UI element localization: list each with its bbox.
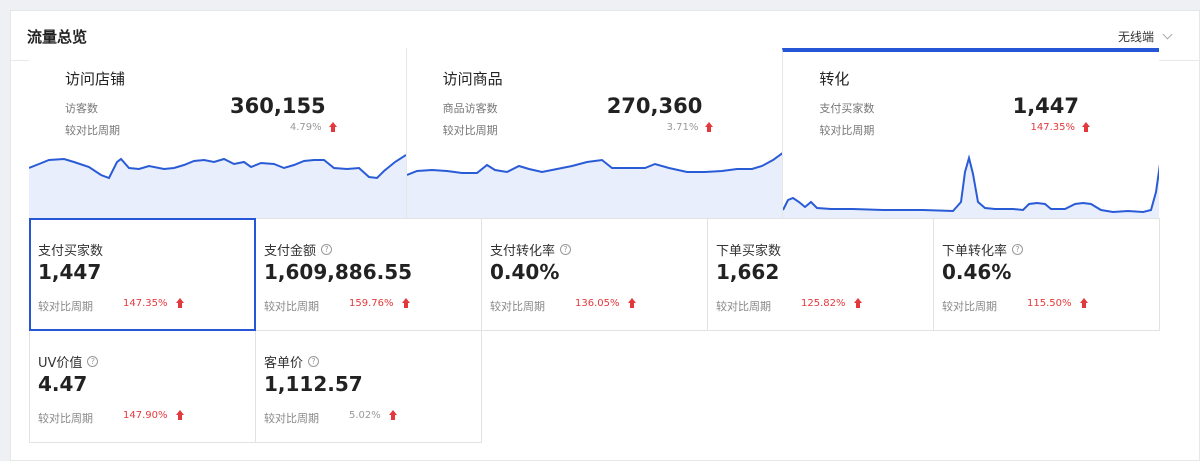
arrow-up-icon — [627, 298, 637, 309]
compare-label: 较对比周期 — [38, 412, 93, 425]
metric-card-uv-value[interactable]: UV价值? 4.47 较对比周期 147.90% — [29, 330, 256, 443]
change-percent: 159.76% — [349, 298, 394, 309]
sparkline-area — [29, 155, 406, 218]
metric-name: 支付转化率? — [490, 240, 572, 259]
funnel-card-conversion[interactable]: 转化 支付买家数 较对比周期 1,447 147.35% — [782, 48, 1160, 218]
change-indicator: 4.79% — [290, 122, 338, 133]
panel-title: 流量总览 — [27, 28, 88, 46]
change-percent: 147.35% — [1030, 122, 1076, 133]
metric-card-pay-buyers[interactable]: 支付买家数 1,447 较对比周期 147.35% — [29, 218, 256, 331]
trend-sparkline — [406, 152, 783, 218]
question-circle-icon[interactable]: ? — [321, 244, 333, 255]
funnel-card-title: 访问商品 — [442, 70, 503, 88]
metric-value: 1,662 — [716, 260, 780, 284]
arrow-up-icon — [1081, 122, 1091, 133]
chevron-down-icon — [1162, 29, 1173, 40]
compare-label: 较对比周期 — [264, 300, 319, 313]
metric-name-text: 支付金额 — [264, 244, 317, 259]
question-circle-icon[interactable]: ? — [560, 244, 572, 255]
metric-label: 商品访客数 — [442, 102, 498, 115]
change-percent: 4.79% — [289, 122, 322, 133]
metric-value: 360,155 — [230, 94, 326, 118]
trend-sparkline — [783, 154, 1160, 218]
metric-card-order-buyers[interactable]: 下单买家数 1,662 较对比周期 125.82% — [707, 218, 934, 331]
compare-label: 较对比周期 — [490, 300, 545, 313]
arrow-up-icon — [1079, 298, 1089, 309]
metric-name: 支付金额? — [264, 240, 333, 259]
metric-card-order-conversion[interactable]: 下单转化率? 0.46% 较对比周期 115.50% — [933, 218, 1160, 331]
change-percent: 3.71% — [666, 122, 699, 133]
metric-name: 支付买家数 — [38, 240, 103, 259]
change-indicator: 136.05% — [575, 298, 637, 309]
metric-card-pay-amount[interactable]: 支付金额? 1,609,886.55 较对比周期 159.76% — [255, 218, 482, 331]
arrow-up-icon — [388, 410, 398, 421]
change-indicator: 147.35% — [1031, 122, 1092, 133]
change-indicator: 147.35% — [123, 298, 185, 309]
funnel-card-title: 转化 — [819, 70, 850, 88]
question-circle-icon[interactable]: ? — [87, 356, 99, 367]
metric-card-avg-order-value[interactable]: 客单价? 1,112.57 较对比周期 5.02% — [255, 330, 482, 443]
metric-value: 270,360 — [606, 94, 703, 118]
question-circle-icon[interactable]: ? — [1012, 244, 1024, 255]
change-indicator: 3.71% — [667, 122, 715, 133]
metric-name-text: UV价值 — [38, 356, 83, 371]
funnel-card-product-visit[interactable]: 访问商品 商品访客数 较对比周期 270,360 3.71% — [405, 48, 783, 218]
change-indicator: 115.50% — [1027, 298, 1089, 309]
device-selector[interactable]: 无线端 — [1117, 28, 1173, 45]
funnel-card-title: 访问店铺 — [65, 70, 126, 88]
compare-label: 较对比周期 — [65, 124, 120, 137]
question-circle-icon[interactable]: ? — [308, 356, 320, 367]
arrow-up-icon — [175, 298, 185, 309]
arrow-up-icon — [328, 122, 338, 133]
arrow-up-icon — [853, 298, 863, 309]
compare-label: 较对比周期 — [819, 124, 875, 137]
metric-value: 0.46% — [942, 260, 1012, 284]
change-percent: 5.02% — [349, 410, 381, 421]
change-percent: 147.35% — [123, 298, 168, 309]
change-indicator: 5.02% — [349, 410, 398, 421]
arrow-up-icon — [401, 298, 411, 309]
change-percent: 125.82% — [801, 298, 846, 309]
metric-name: 客单价? — [264, 352, 320, 371]
metric-name-text: 客单价 — [264, 356, 304, 371]
funnel-cards: 访问店铺 访客数 较对比周期 360,155 4.79% 访问商品 商品访客数 … — [29, 48, 1160, 218]
compare-label: 较对比周期 — [716, 300, 771, 313]
metric-name-text: 支付转化率 — [490, 244, 556, 259]
change-percent: 115.50% — [1027, 298, 1072, 309]
arrow-up-icon — [175, 410, 185, 421]
metric-value: 4.47 — [38, 372, 88, 396]
compare-label: 较对比周期 — [942, 300, 997, 313]
metric-name: UV价值? — [38, 352, 99, 371]
metric-name: 下单买家数 — [716, 240, 781, 259]
trend-sparkline — [29, 154, 406, 218]
change-indicator: 159.76% — [349, 298, 411, 309]
compare-label: 较对比周期 — [264, 412, 319, 425]
device-selector-label: 无线端 — [1117, 30, 1154, 44]
metric-value: 1,447 — [1012, 94, 1080, 118]
metric-name: 下单转化率? — [942, 240, 1024, 259]
metric-value: 1,112.57 — [264, 372, 363, 396]
compare-label: 较对比周期 — [38, 300, 93, 313]
metric-name-text: 下单买家数 — [716, 244, 782, 259]
compare-label: 较对比周期 — [442, 124, 498, 137]
metric-value: 0.40% — [490, 260, 560, 284]
metric-value: 1,609,886.55 — [264, 260, 413, 284]
metric-label: 支付买家数 — [819, 102, 875, 115]
funnel-card-shop-visit[interactable]: 访问店铺 访客数 较对比周期 360,155 4.79% — [29, 48, 406, 218]
arrow-up-icon — [704, 122, 714, 133]
change-percent: 136.05% — [575, 298, 620, 309]
change-indicator: 147.90% — [123, 410, 185, 421]
metric-card-pay-conversion[interactable]: 支付转化率? 0.40% 较对比周期 136.05% — [481, 218, 708, 331]
metric-name-text: 下单转化率 — [942, 244, 1008, 259]
metric-label: 访客数 — [65, 102, 98, 115]
change-percent: 147.90% — [123, 410, 168, 421]
metric-value: 1,447 — [38, 260, 102, 284]
metric-name-text: 支付买家数 — [38, 244, 104, 259]
change-indicator: 125.82% — [801, 298, 863, 309]
